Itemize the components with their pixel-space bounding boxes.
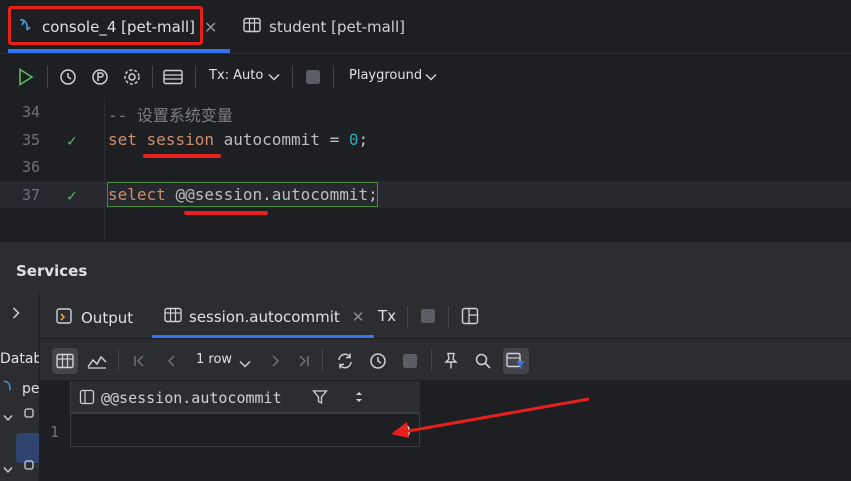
- sql-editor[interactable]: 34 35 36 37 ✓ ✓ -- 设置系统变量 set session au…: [0, 98, 851, 241]
- next-page-icon[interactable]: [263, 348, 289, 374]
- chevron-down-icon[interactable]: [239, 356, 251, 372]
- history-icon[interactable]: [57, 66, 79, 88]
- filter-table-icon[interactable]: [503, 348, 529, 374]
- sql-terminator: ;: [358, 130, 369, 149]
- annotation-arrow: [391, 397, 590, 438]
- tab-tx-label: Tx: [378, 307, 397, 325]
- history-icon[interactable]: [365, 348, 391, 374]
- services-panel-header: Services: [0, 241, 851, 293]
- row-number: 1: [50, 423, 60, 441]
- chart-view-icon[interactable]: [84, 348, 110, 374]
- sql-scope-keyword: session: [146, 130, 214, 149]
- page-size-dropdown[interactable]: 1 row: [196, 352, 232, 367]
- services-tree: Datab pe: [0, 293, 40, 481]
- sql-text: autocommit =: [213, 130, 349, 149]
- last-page-icon[interactable]: [290, 348, 316, 374]
- first-page-icon[interactable]: [127, 348, 153, 374]
- stop-icon[interactable]: [420, 308, 436, 328]
- annotation-underline: [184, 211, 268, 215]
- tree-item-datasource[interactable]: pe: [22, 381, 39, 397]
- toolbar-separator: [322, 349, 323, 371]
- chevron-down-icon[interactable]: [420, 66, 442, 88]
- parameters-icon[interactable]: [89, 66, 111, 88]
- toolbar-separator: [407, 306, 408, 328]
- run-icon[interactable]: [15, 66, 37, 88]
- results-table-icon[interactable]: [162, 66, 184, 88]
- line-number: 37: [21, 186, 40, 204]
- services-output-tabs: Output session.autocommit ✕ Tx: [40, 293, 851, 339]
- output-icon: [56, 307, 74, 329]
- result-grid: @@session.autocommit 1 0: [40, 381, 851, 481]
- tree-item-database[interactable]: Datab: [0, 351, 39, 367]
- expand-chevron-icon[interactable]: [12, 307, 20, 323]
- result-toolbar: 1 row: [40, 339, 851, 381]
- tab-session-autocommit[interactable]: session.autocommit ✕: [164, 307, 364, 327]
- sql-terminator: ;: [368, 185, 378, 204]
- tab-student-label: student [pet-mall]: [269, 18, 405, 36]
- refresh-icon[interactable]: [332, 348, 358, 374]
- line-number: 34: [21, 103, 40, 121]
- search-icon[interactable]: [470, 348, 496, 374]
- grid-column-header[interactable]: @@session.autocommit: [70, 381, 420, 413]
- sql-keyword: select: [108, 185, 166, 204]
- annotation-highlight-box: [8, 6, 203, 45]
- toolbar-separator: [195, 66, 196, 88]
- console-toolbar: Tx: Auto Playground: [0, 54, 851, 98]
- gear-icon[interactable]: [121, 66, 143, 88]
- filter-icon[interactable]: [312, 389, 328, 409]
- table-icon: [164, 307, 182, 327]
- column-type-icon: [79, 389, 95, 409]
- services-title: Services: [16, 262, 88, 280]
- tab-console-4[interactable]: console_4 [pet-mall]: [8, 0, 230, 54]
- sql-system-variable: @@session.autocommit: [175, 185, 369, 204]
- line-number: 36: [21, 158, 40, 176]
- editor-tab-bar: console_4 [pet-mall] ✕ student [pet-mall…: [0, 0, 851, 54]
- close-tab-icon[interactable]: ✕: [204, 18, 217, 37]
- executed-check-icon: ✓: [67, 131, 77, 150]
- toolbar-separator: [448, 306, 449, 328]
- code-line-select: select @@session.autocommit;: [108, 185, 378, 204]
- toolbar-separator: [292, 66, 293, 88]
- annotation-underline: [143, 154, 221, 158]
- plug-icon: [22, 459, 36, 477]
- active-tab-indicator: [8, 49, 230, 53]
- table-row[interactable]: 0: [70, 413, 420, 447]
- mysql-datasource-icon: [2, 379, 16, 397]
- toolbar-separator: [152, 66, 153, 88]
- plug-icon: [22, 407, 36, 425]
- tab-output-label: Output: [81, 309, 134, 327]
- stop-icon[interactable]: [397, 348, 423, 374]
- column-title: @@session.autocommit: [101, 389, 282, 407]
- playground-mode-dropdown[interactable]: Playground: [349, 68, 422, 83]
- grid-view-icon[interactable]: [52, 348, 78, 374]
- toolbar-separator: [431, 349, 432, 371]
- line-number: 35: [21, 131, 40, 149]
- sort-icon[interactable]: [354, 390, 364, 408]
- gutter-separator: [104, 98, 105, 241]
- tab-student[interactable]: student [pet-mall]: [243, 0, 423, 54]
- toolbar-separator: [333, 66, 334, 88]
- pin-icon[interactable]: [438, 348, 464, 374]
- toolbar-separator: [47, 66, 48, 88]
- tab-output[interactable]: Output: [56, 307, 133, 329]
- layout-icon[interactable]: [461, 307, 479, 329]
- stop-icon[interactable]: [302, 66, 324, 88]
- chevron-down-icon[interactable]: [3, 410, 13, 426]
- active-tab-indicator: [152, 335, 374, 338]
- chevron-down-icon[interactable]: [263, 66, 285, 88]
- executed-check-icon: ✓: [67, 186, 77, 205]
- tab-session-autocommit-label: session.autocommit: [189, 308, 340, 326]
- tab-tx[interactable]: Tx: [378, 307, 396, 325]
- table-icon: [243, 17, 261, 37]
- toolbar-separator: [118, 349, 119, 371]
- close-tab-icon[interactable]: ✕: [352, 308, 365, 326]
- chevron-down-icon[interactable]: [3, 462, 13, 478]
- previous-page-icon[interactable]: [158, 348, 184, 374]
- sql-keyword: set: [108, 130, 137, 149]
- code-line-set: set session autocommit = 0;: [108, 130, 368, 149]
- transaction-mode-dropdown[interactable]: Tx: Auto: [209, 68, 263, 83]
- code-line-comment: -- 设置系统变量: [108, 106, 233, 125]
